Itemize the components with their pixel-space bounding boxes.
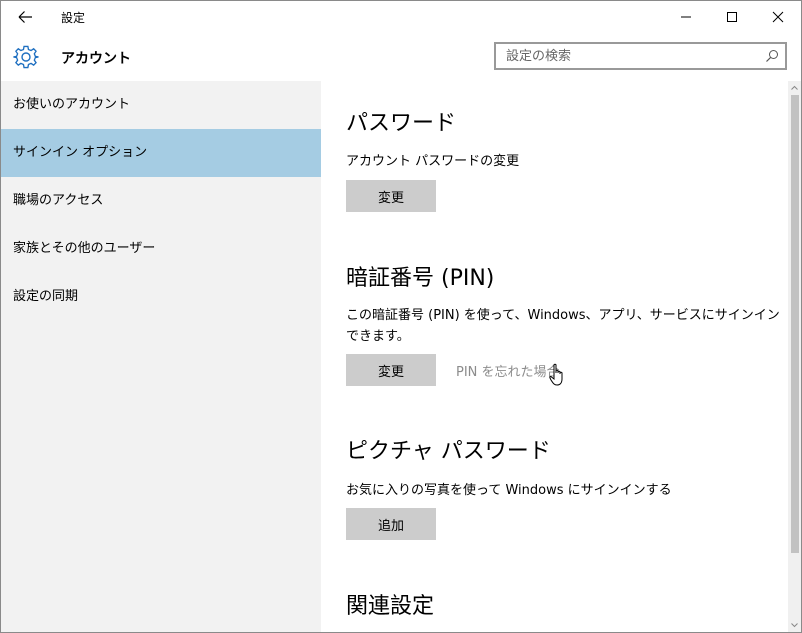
close-button[interactable] — [755, 1, 801, 33]
hand-cursor-icon — [549, 363, 563, 386]
change-password-button[interactable]: 変更 — [346, 180, 436, 212]
change-pin-button[interactable]: 変更 — [346, 354, 436, 386]
forgot-pin-link[interactable]: PIN を忘れた場合 — [456, 361, 560, 380]
back-button[interactable] — [1, 1, 47, 33]
sidebar-item-sync-settings[interactable]: 設定の同期 — [1, 273, 321, 321]
search-icon[interactable] — [765, 49, 779, 63]
related-settings-heading: 関連設定 — [346, 594, 435, 619]
settings-window: 設定 アカウント 設定の検索 お使いのアカウント サインイン オプション 職場の… — [0, 0, 802, 633]
sidebar-item-sign-in-options[interactable]: サインイン オプション — [1, 129, 321, 177]
page-title: アカウント — [61, 51, 131, 67]
sidebar: お使いのアカウント サインイン オプション 職場のアクセス 家族とその他のユーザ… — [1, 81, 321, 632]
pin-description: この暗証番号 (PIN) を使って、Windows、アプリ、サービスにサインイン… — [346, 308, 780, 344]
password-heading: パスワード — [346, 111, 457, 136]
title-bar: 設定 — [1, 1, 801, 33]
window-title: 設定 — [61, 11, 86, 25]
sidebar-item-your-account[interactable]: お使いのアカウント — [1, 81, 321, 129]
main-content: パスワード アカウント パスワードの変更 変更 暗証番号 (PIN) この暗証番… — [322, 81, 788, 632]
close-icon — [772, 11, 784, 23]
maximize-icon — [727, 12, 737, 22]
minimize-icon — [681, 16, 691, 18]
add-picture-password-button[interactable]: 追加 — [346, 508, 436, 540]
picture-password-heading: ピクチャ パスワード — [346, 439, 551, 464]
scrollbar[interactable] — [788, 81, 801, 632]
arrow-left-icon — [18, 11, 32, 23]
search-box[interactable] — [494, 42, 787, 70]
search-input[interactable] — [496, 44, 766, 68]
sidebar-item-work-access[interactable]: 職場のアクセス — [1, 177, 321, 225]
page-header: アカウント — [1, 33, 801, 81]
minimize-button[interactable] — [663, 1, 709, 33]
scroll-down-icon[interactable] — [788, 618, 801, 632]
password-description: アカウント パスワードの変更 — [346, 154, 520, 169]
gear-icon — [13, 45, 39, 69]
sidebar-item-family-other-users[interactable]: 家族とその他のユーザー — [1, 225, 321, 273]
scroll-up-icon[interactable] — [788, 81, 801, 95]
maximize-button[interactable] — [709, 1, 755, 33]
pin-heading: 暗証番号 (PIN) — [346, 266, 495, 291]
scroll-thumb[interactable] — [791, 95, 799, 553]
picture-password-description: お気に入りの写真を使って Windows にサインインする — [346, 483, 672, 498]
